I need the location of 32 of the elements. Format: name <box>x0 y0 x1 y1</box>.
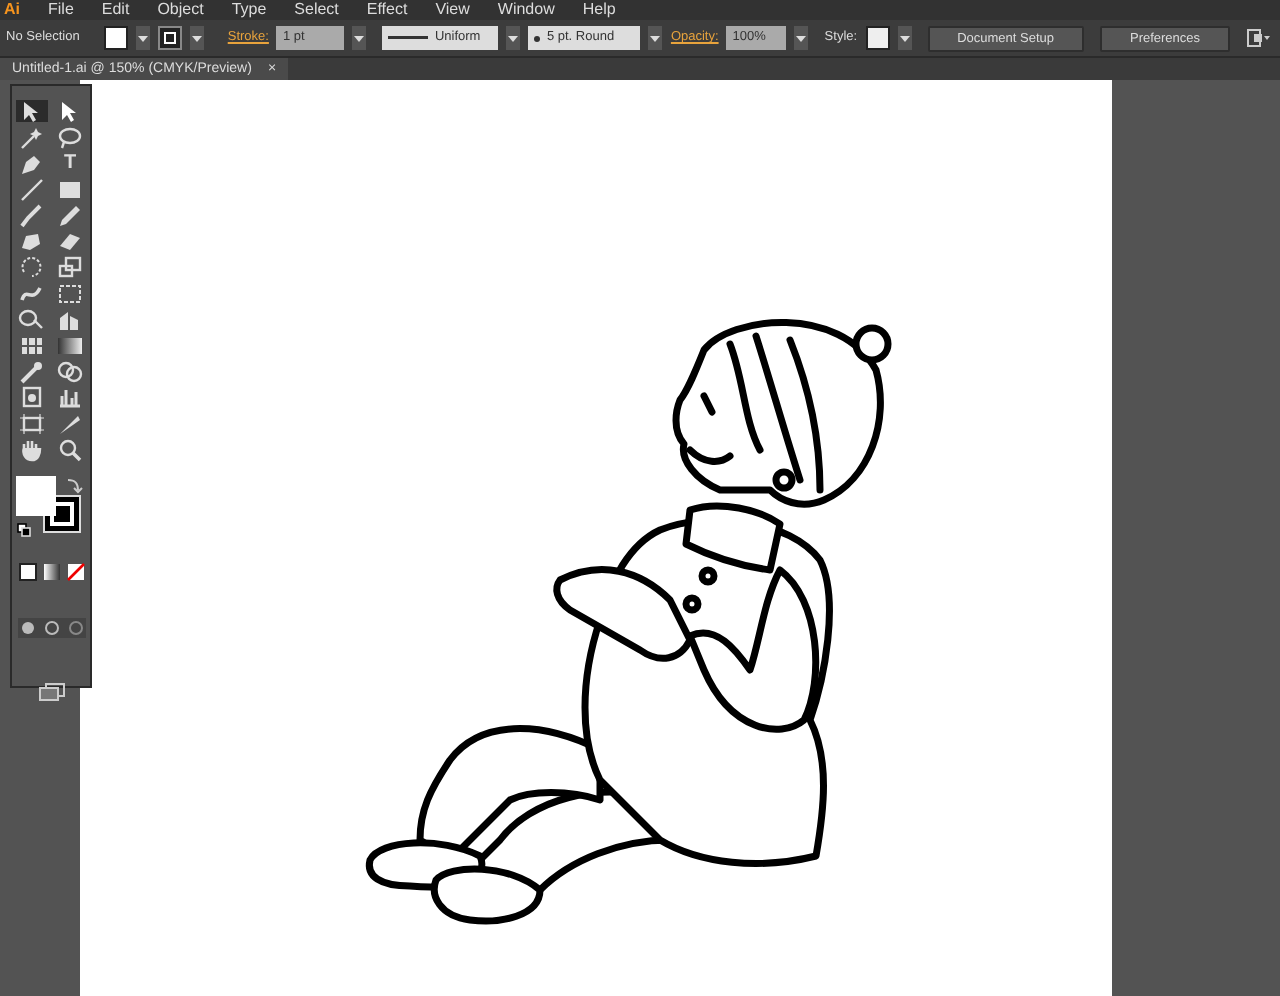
type-tool[interactable]: T <box>54 152 86 174</box>
fill-swatch[interactable] <box>103 26 128 50</box>
bar-chart-icon[interactable] <box>54 386 86 408</box>
style-swatch[interactable] <box>865 26 890 50</box>
stroke-line-icon <box>388 36 429 40</box>
fill-stroke-swatches[interactable] <box>15 476 87 540</box>
lasso-icon[interactable] <box>54 126 86 148</box>
arrange-icon[interactable] <box>1246 27 1271 49</box>
pencil-icon[interactable] <box>54 204 86 226</box>
menu-item[interactable]: File <box>48 2 74 18</box>
menu-item[interactable]: Help <box>582 2 616 18</box>
menu-item[interactable]: Effect <box>366 2 408 18</box>
mesh-icon[interactable] <box>16 334 48 356</box>
menu-item[interactable]: Object <box>157 2 204 18</box>
eraser-icon[interactable] <box>54 230 86 252</box>
scale-icon[interactable] <box>54 256 86 278</box>
brush-dot-icon <box>534 35 541 41</box>
gradient-icon[interactable] <box>54 334 86 356</box>
eyedropper-icon[interactable] <box>16 360 48 382</box>
stroke-swatch[interactable] <box>157 26 182 50</box>
free-transform-icon[interactable] <box>54 282 86 304</box>
app-logo: Ai <box>4 2 20 18</box>
line-icon[interactable] <box>16 178 48 200</box>
menu-item[interactable]: Type <box>231 2 267 18</box>
menu-item[interactable]: Edit <box>101 2 130 18</box>
zoom-icon[interactable] <box>54 438 86 460</box>
menu-item[interactable]: View <box>435 2 470 18</box>
rectangle-icon[interactable] <box>54 178 86 200</box>
blend-icon[interactable] <box>54 360 86 382</box>
menu-item[interactable]: Window <box>497 2 555 18</box>
menu-item[interactable]: Select <box>294 2 339 18</box>
artboard-icon[interactable] <box>16 412 48 434</box>
